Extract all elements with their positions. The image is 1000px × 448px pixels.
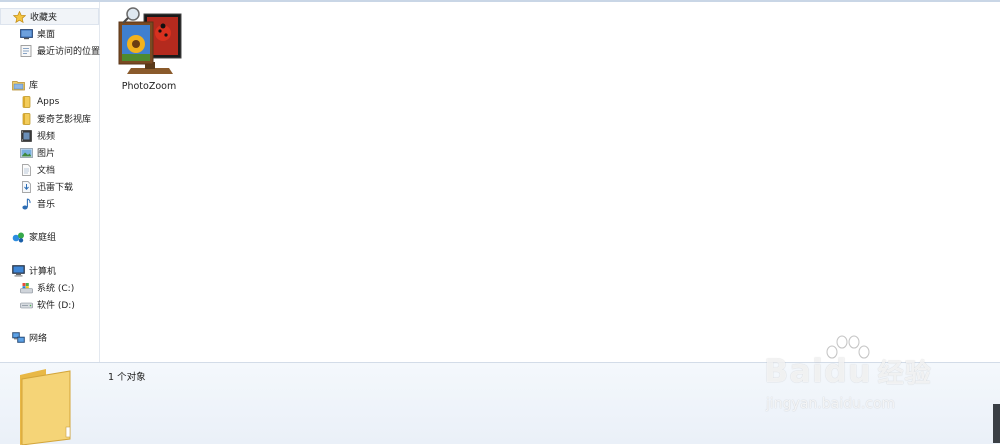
- file-list-pane[interactable]: PhotoZoom: [101, 2, 1000, 362]
- network-icon: [12, 331, 25, 344]
- folder-icon: [20, 95, 33, 108]
- baidu-jingyan-watermark: Baidu 经验 jingyan.baidu.com: [764, 334, 964, 424]
- nav-item-recent-places[interactable]: 最近访问的位置: [0, 42, 101, 59]
- drive-icon: [20, 299, 33, 311]
- nav-item-system-drive[interactable]: 系统 (C:): [0, 279, 99, 296]
- document-icon: [20, 163, 33, 176]
- nav-item-apps-label: Apps: [37, 96, 60, 107]
- nav-favorites[interactable]: 收藏夹: [0, 8, 99, 25]
- nav-item-video-label: 视频: [37, 132, 56, 142]
- nav-homegroup-label: 家庭组: [29, 233, 57, 243]
- nav-item-desktop-label: 桌面: [37, 30, 56, 40]
- photozoom-app-icon: [117, 6, 183, 83]
- item-count-text: 1 个对象: [108, 372, 146, 383]
- nav-item-pictures[interactable]: 图片: [0, 144, 99, 161]
- navigation-pane[interactable]: 收藏夹 桌面 最近访问的位置 库 Apps 爱奇艺影视库 视频 图片 文档 迅雷…: [0, 2, 100, 362]
- nav-item-desktop[interactable]: 桌面: [0, 25, 99, 42]
- computer-icon: [12, 264, 25, 277]
- nav-item-recent-places-label: 最近访问的位置: [37, 47, 101, 57]
- nav-library[interactable]: 库: [0, 76, 99, 93]
- nav-network[interactable]: 网络: [0, 329, 99, 346]
- folder-icon: [20, 112, 33, 125]
- nav-item-xunlei-download-label: 迅雷下载: [37, 183, 74, 193]
- nav-item-documents[interactable]: 文档: [0, 161, 99, 178]
- star-icon: [13, 10, 26, 23]
- music-icon: [20, 197, 33, 210]
- nav-item-music[interactable]: 音乐: [0, 195, 99, 212]
- homegroup-icon: [12, 231, 25, 243]
- nav-library-label: 库: [29, 81, 39, 91]
- nav-network-label: 网络: [29, 334, 48, 344]
- nav-item-software-drive[interactable]: 软件 (D:): [0, 296, 99, 313]
- nav-item-video[interactable]: 视频: [0, 127, 99, 144]
- desktop-icon: [20, 28, 33, 40]
- file-item-photozoom[interactable]: PhotoZoom: [111, 6, 187, 96]
- window-resize-grip[interactable]: [993, 404, 1000, 443]
- folder-thumbnail-icon: [16, 365, 96, 448]
- nav-item-software-drive-label: 软件 (D:): [37, 301, 75, 311]
- nav-item-iqiyi-library[interactable]: 爱奇艺影视库: [0, 110, 99, 127]
- watermark-url: jingyan.baidu.com: [766, 396, 896, 412]
- recent-places-icon: [20, 44, 33, 57]
- nav-favorites-label: 收藏夹: [30, 13, 58, 23]
- nav-item-apps[interactable]: Apps: [0, 93, 99, 110]
- library-icon: [12, 79, 25, 91]
- nav-computer[interactable]: 计算机: [0, 262, 99, 279]
- file-name-label: PhotoZoom: [121, 81, 177, 92]
- watermark-brand: Baidu 经验: [764, 352, 932, 390]
- download-icon: [20, 180, 33, 193]
- nav-item-iqiyi-library-label: 爱奇艺影视库: [37, 115, 92, 125]
- video-icon: [20, 129, 33, 142]
- nav-item-music-label: 音乐: [37, 200, 56, 210]
- nav-item-xunlei-download[interactable]: 迅雷下载: [0, 178, 99, 195]
- nav-item-pictures-label: 图片: [37, 149, 56, 159]
- nav-item-system-drive-label: 系统 (C:): [37, 284, 75, 294]
- picture-icon: [20, 147, 33, 159]
- nav-computer-label: 计算机: [29, 267, 57, 277]
- nav-item-documents-label: 文档: [37, 166, 56, 176]
- nav-homegroup[interactable]: 家庭组: [0, 228, 99, 245]
- system-drive-icon: [20, 282, 33, 294]
